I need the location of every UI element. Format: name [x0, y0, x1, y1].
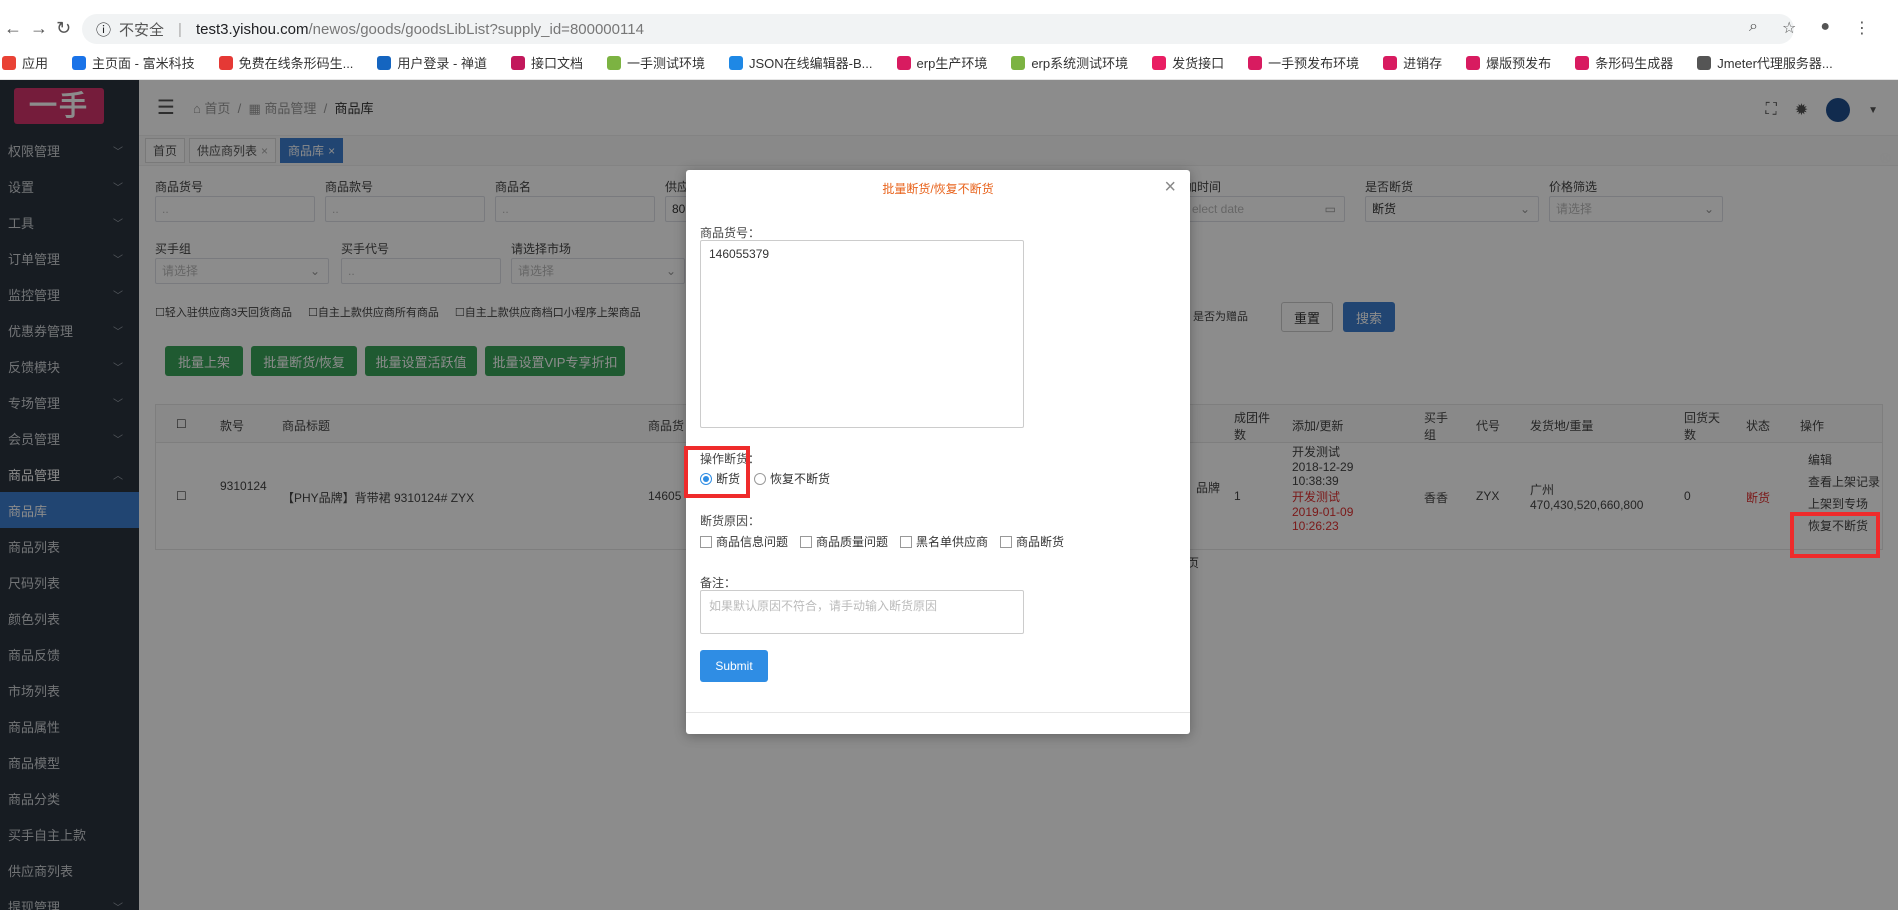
bookmark-item[interactable]: Jmeter代理服务器... — [1697, 53, 1833, 72]
reason-stockout-checkbox[interactable]: 商品断货 — [1000, 533, 1064, 550]
bookmark-icon — [1011, 55, 1026, 70]
bookmark-icon — [2, 55, 16, 70]
bookmark-icon — [896, 55, 911, 70]
reload-icon[interactable]: ↻ — [56, 18, 71, 39]
account-icon[interactable]: ● — [1820, 18, 1830, 38]
star-icon[interactable]: ☆ — [1782, 18, 1796, 38]
close-icon[interactable]: × — [1164, 176, 1176, 199]
info-icon[interactable]: ⓘ — [96, 19, 111, 40]
reason-blacklist-checkbox[interactable]: 黑名单供应商 — [900, 533, 988, 550]
close-circle-icon[interactable]: ⊗ — [1879, 148, 1892, 168]
bookmark-item[interactable]: 接口文档 — [510, 53, 583, 72]
bookmark-item[interactable]: 主页面 - 富米科技 — [72, 53, 195, 72]
reason-label: 断货原因： — [700, 514, 761, 528]
highlight-radio-annotation — [684, 446, 750, 498]
highlight-restore-annotation — [1790, 512, 1880, 558]
bookmark-icon — [1152, 55, 1167, 70]
forward-icon[interactable]: → — [30, 18, 48, 39]
remark-textarea[interactable]: 如果默认原因不符合，请手动输入断货原因 — [700, 590, 1024, 634]
remark-label: 备注： — [700, 576, 737, 590]
bookmark-item[interactable]: erp系统测试环境 — [1011, 53, 1128, 72]
submit-button[interactable]: Submit — [700, 650, 768, 682]
bookmark-item[interactable]: 条形码生成器 — [1575, 53, 1673, 72]
bookmark-item[interactable]: JSON在线编辑器-B... — [729, 53, 873, 72]
bookmark-icon — [1697, 55, 1712, 70]
bookmark-icon — [1575, 55, 1590, 70]
more-menu-icon[interactable]: ⋮ — [1854, 18, 1870, 38]
bookmark-icon — [1466, 55, 1481, 70]
bookmarks-bar: 应用 主页面 - 富米科技 免费在线条形码生... 用户登录 - 禅道 接口文档 一手测试… — [0, 46, 1898, 80]
bookmark-item[interactable]: 免费在线条形码生... — [218, 53, 353, 72]
reason-info-checkbox[interactable]: 商品信息问题 — [700, 533, 788, 550]
bookmark-item[interactable]: 爆版预发布 — [1466, 53, 1551, 72]
bookmark-icon — [1383, 55, 1398, 70]
bookmark-icon — [72, 55, 87, 70]
zoom-icon[interactable]: ⌕ — [1749, 18, 1758, 38]
bookmark-icon — [729, 55, 744, 70]
bookmark-item[interactable]: 进销存 — [1383, 53, 1442, 72]
reason-quality-checkbox[interactable]: 商品质量问题 — [800, 533, 888, 550]
radio-restore-stock[interactable]: 恢复不断货 — [754, 470, 830, 487]
bookmark-item[interactable]: erp生产环境 — [896, 53, 987, 72]
insecure-label: 不安全 — [119, 21, 165, 39]
dialog-title: 批量断货/恢复不断货 — [882, 182, 994, 196]
url-path: /newos/goods/goodsLibList?supply_id=8000… — [308, 20, 644, 38]
url-host: test3.yishou.com — [195, 20, 309, 38]
back-icon[interactable]: ← — [4, 18, 22, 39]
url-input[interactable]: ⓘ 不安全 | test3.yishou.com /newos/goods/go… — [82, 14, 1794, 44]
bookmark-item[interactable]: 发货接口 — [1152, 53, 1224, 72]
bookmark-item[interactable]: 用户登录 - 禅道 — [377, 53, 487, 72]
goods-no-label: 商品货号： — [700, 226, 761, 240]
goods-no-textarea[interactable]: 146055379 — [700, 240, 1024, 428]
batch-out-of-stock-dialog: 批量断货/恢复不断货 × 商品货号： 146055379 操作断货： 断货 恢复… — [686, 170, 1190, 734]
bookmark-icon — [510, 55, 525, 70]
bookmark-item[interactable]: 一手预发布环境 — [1248, 53, 1359, 72]
bookmark-icon — [1248, 55, 1263, 70]
bookmark-item[interactable]: 应用 — [2, 53, 48, 72]
bookmark-icon — [607, 55, 621, 70]
bookmark-icon — [218, 55, 233, 70]
bookmark-icon — [377, 55, 392, 70]
bookmark-item[interactable]: 一手测试环境 — [607, 53, 705, 72]
